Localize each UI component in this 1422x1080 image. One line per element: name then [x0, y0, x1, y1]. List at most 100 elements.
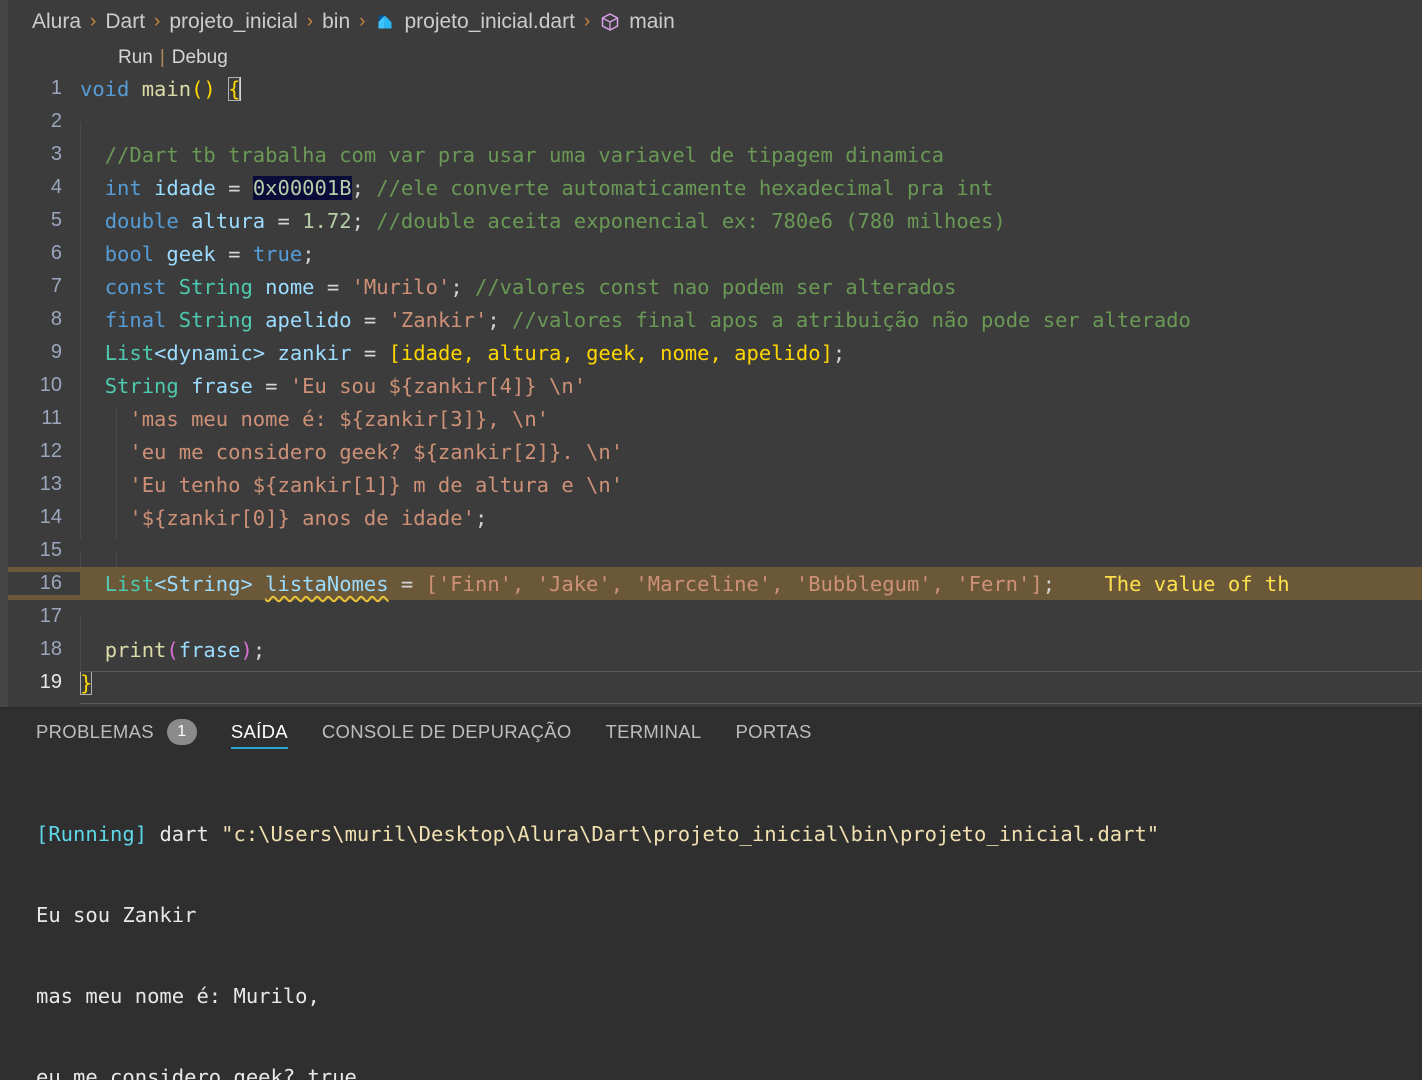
token-list-literal: ['Finn', 'Jake', 'Marceline', 'Bubblegum…	[425, 571, 1043, 596]
code-line-15[interactable]: 15	[8, 534, 1422, 584]
line-number: 4	[50, 176, 62, 198]
token-semicolon: ;	[474, 505, 488, 530]
codelens-debug-link[interactable]: Debug	[172, 47, 228, 69]
token-operator: =	[228, 241, 241, 266]
line-number: 5	[50, 209, 62, 231]
current-line-highlight	[80, 670, 1422, 704]
breadcrumb[interactable]: Alura › Dart › projeto_inicial › bin › p…	[8, 0, 1422, 44]
tab-label: SAÍDA	[230, 721, 288, 742]
token-operator: =	[326, 274, 340, 299]
code-content[interactable]: 'Eu tenho ${zankir[1]} m de altura e \n'	[80, 472, 1422, 506]
code-content[interactable]: 'mas meu nome é: ${zankir[3]}, \n'	[80, 406, 1422, 440]
token-semicolon: ;	[351, 208, 364, 233]
code-content[interactable]: }	[80, 670, 1422, 704]
breadcrumb-item-bin[interactable]: bin	[322, 10, 350, 34]
inline-diagnostic-message[interactable]: The value of th	[1104, 572, 1289, 596]
code-line-6[interactable]: 6 bool geek = true;	[8, 237, 1422, 275]
code-content[interactable]: print(frase);	[80, 637, 1422, 671]
code-content[interactable]: 'eu me considero geek? ${zankir[2]}. \n'	[80, 439, 1422, 473]
tab-console-depuracao[interactable]: CONSOLE DE DEPURAÇÃO	[322, 709, 572, 755]
token-identifier: frase	[191, 373, 253, 398]
token-generic: <String>	[154, 571, 253, 596]
code-line-11[interactable]: 11 'mas meu nome é: ${zankir[3]}, \n'	[8, 402, 1422, 440]
tab-saida[interactable]: SAÍDA	[230, 709, 288, 755]
token-string-interp: 'Eu sou ${zankir[4]} \n'	[289, 373, 587, 398]
code-content[interactable]: int idade = 0x00001B; //ele converte aut…	[80, 175, 1422, 209]
code-line-10[interactable]: 10 String frase = 'Eu sou ${zankir[4]} \…	[8, 369, 1422, 407]
token-identifier: geek	[166, 241, 216, 266]
code-content[interactable]: '${zankir[0]} anos de idade';	[80, 505, 1422, 539]
breadcrumb-item-file[interactable]: projeto_inicial.dart	[404, 10, 574, 34]
token-type-string: String	[104, 373, 179, 398]
code-content[interactable]: List<dynamic> zankir = [idade, altura, g…	[80, 340, 1422, 374]
codelens-separator: |	[159, 47, 165, 68]
token-type-bool: bool	[104, 241, 155, 266]
line-number: 8	[50, 308, 62, 330]
token-comment: //ele converte automaticamente hexadecim…	[376, 175, 994, 200]
tab-problemas[interactable]: PROBLEMAS 1	[36, 709, 197, 755]
output-line-running: [Running] dart "c:\Users\muril\Desktop\A…	[36, 818, 1422, 851]
code-line-1[interactable]: 1 void main() {	[8, 72, 1422, 105]
token-number-selected[interactable]: 0x00001B	[252, 175, 352, 200]
code-line-19[interactable]: 19 }	[8, 666, 1422, 704]
line-number: 11	[41, 407, 62, 429]
code-content[interactable]: //Dart tb trabalha com var pra usar uma …	[80, 142, 1422, 176]
token-boolean: true	[252, 241, 303, 266]
code-content[interactable]: String frase = 'Eu sou ${zankir[4]} \n'	[80, 373, 1422, 407]
breadcrumb-item-dart[interactable]: Dart	[105, 10, 145, 34]
token-operator: =	[265, 373, 278, 398]
code-line-12[interactable]: 12 'eu me considero geek? ${zankir[2]}. …	[8, 435, 1422, 473]
code-line-17[interactable]: 17	[8, 600, 1422, 650]
token-identifier: frase	[178, 637, 241, 662]
token-operator: =	[363, 307, 377, 332]
token-type-list: List	[104, 340, 155, 365]
breadcrumb-item-alura[interactable]: Alura	[32, 10, 81, 34]
token-semicolon: ;	[351, 175, 364, 200]
output-view[interactable]: [Running] dart "c:\Users\muril\Desktop\A…	[0, 756, 1422, 1080]
vscode-window: Alura › Dart › projeto_inicial › bin › p…	[0, 0, 1422, 1080]
activity-bar-edge	[0, 0, 8, 707]
codelens[interactable]: Run | Debug	[118, 44, 228, 72]
code-line-5[interactable]: 5 double altura = 1.72; //double aceita …	[8, 204, 1422, 242]
code-line-4[interactable]: 4 int idade = 0x00001B; //ele converte a…	[8, 171, 1422, 209]
token-keyword-final: final	[104, 307, 167, 332]
token-identifier: zankir	[277, 340, 352, 365]
tab-portas[interactable]: PORTAS	[735, 709, 811, 755]
token-parens: ()	[191, 76, 216, 101]
line-number: 3	[50, 143, 62, 165]
token-function-print: print	[104, 637, 167, 662]
token-generic: <dynamic>	[154, 340, 266, 365]
code-content[interactable]: final String apelido = 'Zankir'; //valor…	[80, 307, 1422, 341]
breadcrumb-item-main[interactable]: main	[629, 10, 675, 34]
code-content[interactable]: void main() {	[80, 76, 1422, 101]
code-content[interactable]: bool geek = true;	[80, 241, 1422, 275]
code-line-7[interactable]: 7 const String nome = 'Murilo'; //valore…	[8, 270, 1422, 308]
code-line-9[interactable]: 9 List<dynamic> zankir = [idade, altura,…	[8, 336, 1422, 374]
token-string: 'Zankir'	[388, 307, 488, 332]
token-brace-close: }	[80, 670, 93, 695]
code-editor[interactable]: 1 void main() { 2 3 //Dart tb trabalha c…	[8, 72, 1422, 707]
code-content[interactable]: List<String> listaNomes = ['Finn', 'Jake…	[80, 572, 1422, 596]
line-number: 19	[39, 671, 62, 693]
codelens-run-link[interactable]: Run	[118, 47, 153, 69]
code-line-16[interactable]: 16 List<String> listaNomes = ['Finn', 'J…	[8, 567, 1422, 600]
code-line-8[interactable]: 8 final String apelido = 'Zankir'; //val…	[8, 303, 1422, 341]
token-identifier-warning[interactable]: listaNomes	[265, 572, 388, 596]
code-line-18[interactable]: 18 print(frase);	[8, 633, 1422, 671]
code-content[interactable]: double altura = 1.72; //double aceita ex…	[80, 208, 1422, 242]
code-line-2[interactable]: 2	[8, 105, 1422, 155]
tab-label: PORTAS	[735, 721, 812, 742]
panel-tab-bar[interactable]: PROBLEMAS 1 SAÍDA CONSOLE DE DEPURAÇÃO T…	[0, 708, 1422, 756]
code-line-3[interactable]: 3 //Dart tb trabalha com var pra usar um…	[8, 138, 1422, 176]
tab-terminal[interactable]: TERMINAL	[606, 709, 702, 755]
token-identifier: idade	[154, 175, 216, 200]
code-line-14[interactable]: 14 '${zankir[0]} anos de idade';	[8, 501, 1422, 539]
code-content[interactable]: const String nome = 'Murilo'; //valores …	[80, 274, 1422, 308]
line-number: 14	[39, 506, 62, 528]
token-function: main	[141, 76, 192, 101]
code-line-13[interactable]: 13 'Eu tenho ${zankir[1]} m de altura e …	[8, 468, 1422, 506]
chevron-right-icon: ›	[154, 11, 161, 32]
chevron-right-icon: ›	[359, 11, 366, 32]
chevron-right-icon: ›	[306, 11, 314, 32]
breadcrumb-item-projeto-inicial[interactable]: projeto_inicial	[169, 10, 297, 34]
